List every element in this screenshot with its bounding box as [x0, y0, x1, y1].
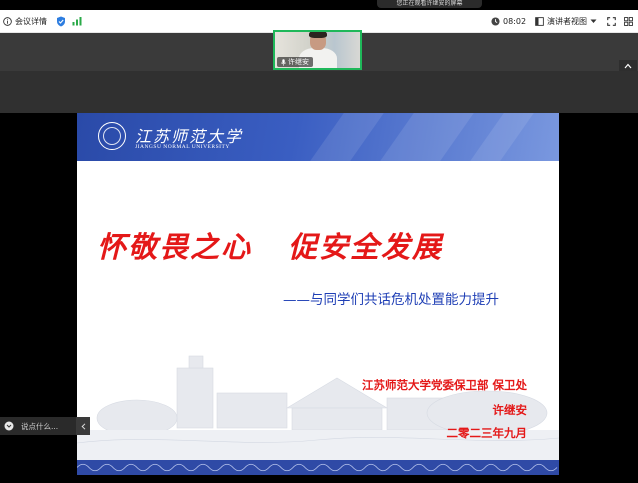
meeting-info-button[interactable]: 会议详情	[3, 10, 47, 32]
fullscreen-icon	[607, 16, 616, 26]
date-text: 二零二三年九月	[446, 426, 528, 440]
bottom-bar	[0, 475, 638, 483]
security-status[interactable]	[56, 10, 66, 32]
more-icon	[624, 16, 633, 26]
slide-title-part1: 怀敬畏之心	[97, 230, 253, 264]
speaker-video-tile[interactable]: 许继安	[273, 30, 362, 70]
campus-illustration	[77, 355, 559, 461]
university-name-en: JIANGSU NORMAL UNIVERSITY	[135, 144, 230, 150]
signal-icon	[72, 16, 83, 26]
slide-footer-border	[77, 460, 559, 475]
collapse-chat-button[interactable]	[76, 417, 90, 435]
meeting-timer: 08:02	[491, 10, 526, 32]
clock-icon	[491, 16, 500, 26]
slide-header: 江苏师范大学 JIANGSU NORMAL UNIVERSITY	[77, 113, 559, 161]
meeting-info-label: 会议详情	[15, 16, 47, 26]
participant-label: 许继安	[277, 57, 313, 67]
view-mode-label: 演讲者视图	[547, 16, 587, 26]
chat-input-bar[interactable]: 说点什么...	[0, 417, 90, 435]
author-text: 许继安	[492, 403, 528, 417]
network-status[interactable]	[72, 10, 83, 32]
organization-text: 江苏师范大学党委保卫部 保卫处	[361, 378, 527, 392]
shared-slide: 江苏师范大学 JIANGSU NORMAL UNIVERSITY 怀敬畏之心 促安…	[77, 113, 559, 475]
shield-icon	[56, 16, 66, 27]
fullscreen-button[interactable]	[607, 10, 616, 32]
more-button[interactable]	[624, 10, 633, 32]
timer-text: 08:02	[503, 16, 527, 26]
chevron-left-icon	[80, 422, 86, 430]
slide-title-part2: 促安全发展	[288, 230, 444, 264]
university-logo	[98, 122, 126, 150]
screen-share-notice: 您正在观看许继安的屏幕	[377, 0, 482, 8]
chevron-down-icon	[590, 19, 597, 24]
speaker-hair	[309, 32, 327, 38]
participant-name: 许继安	[288, 58, 309, 66]
chat-input[interactable]: 说点什么...	[18, 421, 73, 432]
mic-icon	[281, 58, 286, 66]
slide-subtitle: ——与同学们共话危机处置能力提升	[283, 292, 499, 308]
chat-icon	[0, 417, 18, 435]
info-icon	[3, 16, 12, 26]
stage-background	[0, 71, 638, 113]
view-mode-dropdown[interactable]: 演讲者视图	[535, 10, 597, 32]
slide-title: 怀敬畏之心 促安全发展	[97, 224, 557, 266]
layout-icon	[535, 16, 544, 26]
chevron-up-icon	[624, 63, 632, 69]
